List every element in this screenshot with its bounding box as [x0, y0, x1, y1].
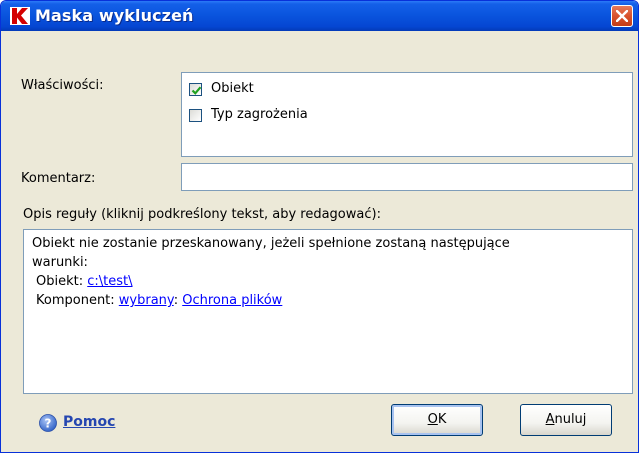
ok-button[interactable]: OK [391, 404, 483, 436]
comment-input[interactable] [181, 163, 633, 191]
help-link[interactable]: Pomoc [63, 414, 115, 430]
rule-description-label: Opis reguły (kliknij podkreślony tekst, … [23, 207, 381, 222]
title-bar[interactable]: Maska wykluczeń [1, 1, 638, 31]
rule-component-line: Komponent: wybrany: Ochrona plików [32, 291, 624, 310]
object-checkbox-label: Obiekt [211, 81, 254, 96]
close-button[interactable] [611, 5, 633, 27]
comment-label: Komentarz: [21, 171, 96, 186]
object-path-link[interactable]: c:\test\ [87, 274, 132, 289]
threat-type-checkbox[interactable] [189, 109, 202, 122]
rule-text-line1: Obiekt nie zostanie przeskanowany, jeżel… [32, 236, 510, 251]
checkmark-icon [191, 86, 202, 95]
file-protection-link[interactable]: Ochrona plików [182, 293, 282, 308]
rule-object-line: Obiekt: c:\test\ [32, 272, 624, 291]
cancel-button[interactable]: Anuluj [520, 404, 612, 436]
kaspersky-k-icon [10, 7, 30, 25]
ok-accel: O [427, 412, 438, 427]
close-icon [616, 10, 628, 22]
help-icon[interactable]: ? [39, 414, 57, 432]
window-title: Maska wykluczeń [35, 6, 194, 25]
object-checkbox[interactable] [189, 83, 202, 96]
dialog-window: Maska wykluczeń Właściwości: Obiekt Typ … [0, 0, 639, 453]
component-prefix: Komponent: [36, 293, 115, 308]
component-selected-link[interactable]: wybrany [119, 293, 174, 308]
ok-label-rest: K [437, 412, 447, 427]
properties-list[interactable]: Obiekt Typ zagrożenia [181, 72, 633, 157]
properties-label: Właściwości: [21, 78, 104, 93]
svg-text:?: ? [45, 417, 52, 431]
rule-description-box: Obiekt nie zostanie przeskanowany, jeżel… [23, 229, 633, 394]
object-prefix: Obiekt: [36, 274, 84, 289]
rule-text-line2: warunki: [32, 255, 88, 270]
cancel-label-rest: nuluj [554, 412, 587, 427]
threat-type-checkbox-label: Typ zagrożenia [211, 107, 308, 122]
component-separator: : [173, 293, 179, 308]
